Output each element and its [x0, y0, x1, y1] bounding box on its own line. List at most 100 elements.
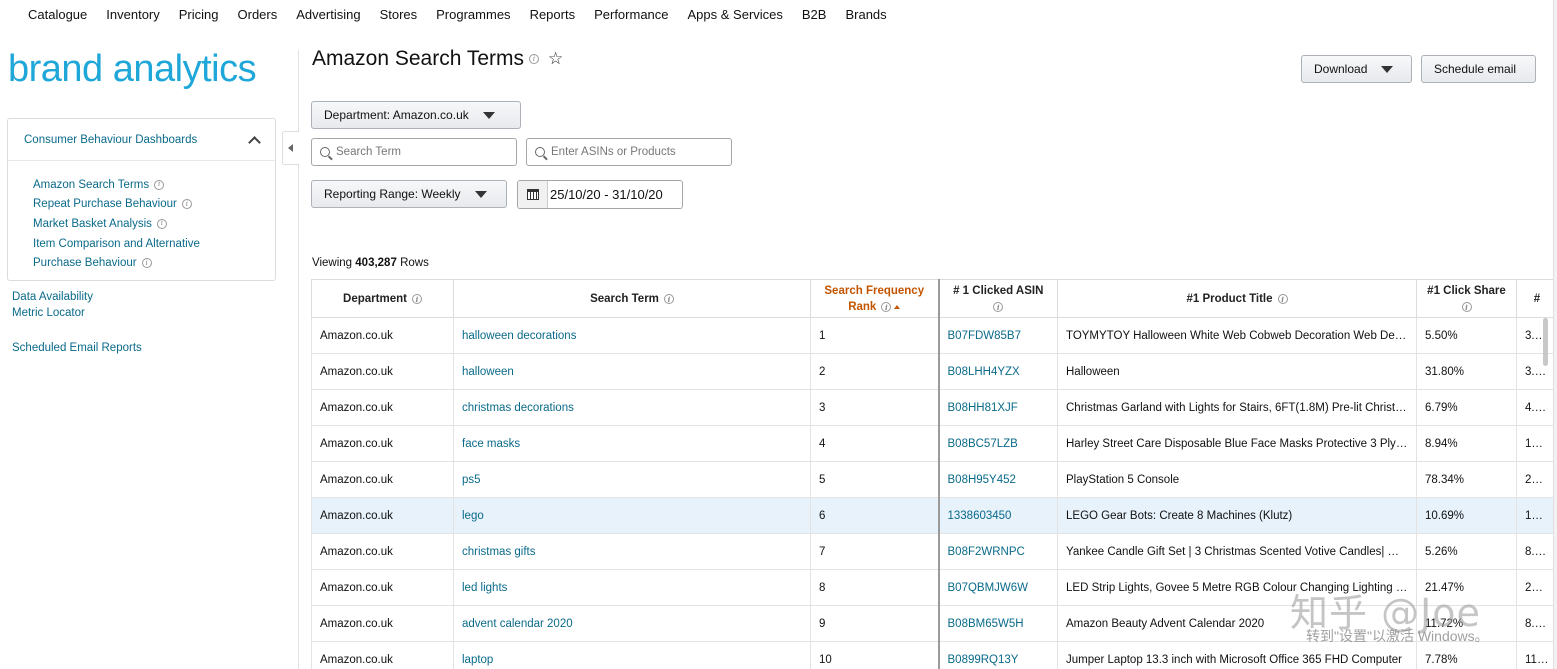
cell-clicked-asin[interactable]: B08F2WRNPC [937, 533, 1058, 570]
info-icon[interactable]: i [156, 218, 167, 229]
search-term-field [311, 138, 517, 166]
collapse-sidebar-icon[interactable] [282, 131, 299, 165]
sidebar-box-header[interactable]: Consumer Behaviour Dashboards [8, 119, 275, 161]
nav-pricing[interactable]: Pricing [179, 7, 219, 22]
caret-down-icon [474, 190, 487, 198]
cell-product-title: LEGO Gear Bots: Create 8 Machines (Klutz… [1057, 497, 1417, 534]
nav-brands[interactable]: Brands [845, 7, 886, 22]
table-row[interactable]: Amazon.co.uk halloween decorations 1 B07FDW… [311, 317, 1557, 354]
sidebar-item-amazon-search-terms[interactable]: Amazon Search Terms i [33, 175, 275, 195]
cell-clicked-asin[interactable]: B08HH81XJF [937, 389, 1058, 426]
link-scheduled-email-reports[interactable]: Scheduled Email Reports [12, 342, 142, 354]
col-header-next[interactable]: # [1516, 279, 1557, 318]
col-header-clicked-asin[interactable]: # 1 Clicked ASIN i [937, 279, 1058, 318]
sidebar-item-purchase-behaviour[interactable]: Purchase Behaviour i [33, 253, 275, 273]
date-range-picker[interactable]: 25/10/20 - 31/10/20 [517, 180, 683, 209]
reporting-range-dropdown[interactable]: Reporting Range: Weekly [311, 180, 507, 208]
link-metric-locator[interactable]: Metric Locator [12, 307, 85, 319]
asin-search-input[interactable] [551, 146, 701, 158]
info-icon[interactable]: i [993, 302, 1004, 312]
cell-search-term[interactable]: halloween [453, 353, 811, 390]
link-data-availability[interactable]: Data Availability [12, 291, 93, 303]
chevron-up-icon[interactable] [249, 135, 259, 145]
table-row[interactable]: Amazon.co.uk lego 6 1338603450 LEGO Gear Bot… [311, 497, 1557, 534]
asin-search-field [526, 138, 732, 166]
cell-department: Amazon.co.uk [311, 389, 454, 426]
col-header-department[interactable]: Department i [311, 279, 454, 318]
info-icon[interactable]: i [663, 294, 674, 304]
cell-clicked-asin[interactable]: 1338603450 [937, 497, 1058, 534]
sidebar-item-label: Purchase Behaviour [33, 257, 137, 270]
cell-clicked-asin[interactable]: B0899RQ13Y [937, 641, 1058, 669]
cell-clicked-asin[interactable]: B08BM65W5H [937, 605, 1058, 642]
nav-b2b[interactable]: B2B [802, 7, 827, 22]
calendar-icon [526, 189, 539, 200]
header-label: Search Term [590, 292, 659, 305]
cell-search-term[interactable]: ps5 [453, 461, 811, 498]
table-header-row: Department i Search Term i Search Frequenc… [311, 279, 1557, 318]
info-icon[interactable]: i [529, 54, 540, 64]
row-count-prefix: Viewing [312, 257, 353, 269]
header-label: # [1533, 292, 1541, 305]
nav-apps-services[interactable]: Apps & Services [688, 7, 783, 22]
cell-search-term[interactable]: christmas gifts [453, 533, 811, 570]
cell-search-term[interactable]: led lights [453, 569, 811, 606]
info-icon[interactable]: i [881, 302, 892, 312]
info-icon[interactable]: i [181, 199, 192, 210]
table-row[interactable]: Amazon.co.uk christmas decorations 3 B08HH8… [311, 389, 1557, 426]
nav-reports[interactable]: Reports [530, 7, 576, 22]
sidebar-item-market-basket[interactable]: Market Basket Analysis i [33, 214, 275, 234]
cell-department: Amazon.co.uk [311, 425, 454, 462]
table-scrollbar[interactable] [1543, 318, 1548, 366]
info-icon[interactable]: i [411, 294, 422, 304]
calendar-button[interactable] [518, 181, 548, 208]
nav-catalogue[interactable]: Catalogue [28, 7, 87, 22]
sidebar-item-repeat-purchase[interactable]: Repeat Purchase Behaviour i [33, 195, 275, 215]
cell-search-term[interactable]: face masks [453, 425, 811, 462]
cell-clicked-asin[interactable]: B08LHH4YZX [937, 353, 1058, 390]
cell-search-term[interactable]: halloween decorations [453, 317, 811, 354]
table-row[interactable]: Amazon.co.uk face masks 4 B08BC57LZB Harley … [311, 425, 1557, 462]
table-row[interactable]: Amazon.co.uk halloween 2 B08LHH4YZX Hallowee… [311, 353, 1557, 390]
download-label: Download [1314, 62, 1368, 76]
info-icon[interactable]: i [154, 179, 165, 190]
department-dropdown[interactable]: Department: Amazon.co.uk [311, 101, 521, 129]
info-icon[interactable]: i [141, 258, 152, 269]
cell-next: 4.92% [1516, 389, 1557, 426]
star-icon[interactable]: ☆ [548, 49, 563, 69]
cell-department: Amazon.co.uk [311, 353, 454, 390]
cell-search-term[interactable]: laptop [453, 641, 811, 669]
nav-programmes[interactable]: Programmes [436, 7, 510, 22]
cell-product-title: Harley Street Care Disposable Blue Face … [1057, 425, 1417, 462]
col-header-search-term[interactable]: Search Term i [453, 279, 811, 318]
top-nav: Catalogue Inventory Pricing Orders Adver… [0, 0, 1557, 28]
nav-inventory[interactable]: Inventory [106, 7, 159, 22]
cell-search-term[interactable]: lego [453, 497, 811, 534]
cell-rank: 8 [810, 569, 939, 606]
table-row[interactable]: Amazon.co.uk christmas gifts 7 B08F2WRNPC Ya… [311, 533, 1557, 570]
row-count-suffix: Rows [400, 257, 429, 269]
cell-next: 24.87% [1516, 569, 1557, 606]
search-term-input[interactable] [336, 146, 486, 158]
cell-clicked-asin[interactable]: B07FDW85B7 [937, 317, 1058, 354]
cell-search-term[interactable]: advent calendar 2020 [453, 605, 811, 642]
nav-stores[interactable]: Stores [380, 7, 418, 22]
cell-clicked-asin[interactable]: B08H95Y452 [937, 461, 1058, 498]
info-icon[interactable]: i [1277, 294, 1288, 304]
col-header-search-frequency-rank[interactable]: Search Frequency Rank i [810, 279, 939, 318]
cell-search-term[interactable]: christmas decorations [453, 389, 811, 426]
table-row[interactable]: Amazon.co.uk ps5 5 B08H95Y452 PlayStation 5 … [311, 461, 1557, 498]
page-scrollbar-track[interactable] [1553, 0, 1557, 669]
info-icon[interactable]: i [1461, 302, 1472, 312]
cell-clicked-asin[interactable]: B07QBMJW6W [937, 569, 1058, 606]
nav-orders[interactable]: Orders [238, 7, 278, 22]
cell-product-title: Yankee Candle Gift Set | 3 Christmas Sce… [1057, 533, 1417, 570]
cell-clicked-asin[interactable]: B08BC57LZB [937, 425, 1058, 462]
col-header-product-title[interactable]: #1 Product Title i [1057, 279, 1417, 318]
schedule-email-button[interactable]: Schedule email [1421, 55, 1536, 83]
download-button[interactable]: Download [1301, 55, 1412, 83]
nav-advertising[interactable]: Advertising [296, 7, 360, 22]
sidebar-item-item-comparison[interactable]: Item Comparison and Alternative [33, 234, 275, 254]
nav-performance[interactable]: Performance [594, 7, 668, 22]
col-header-click-share[interactable]: #1 Click Share i [1416, 279, 1517, 318]
